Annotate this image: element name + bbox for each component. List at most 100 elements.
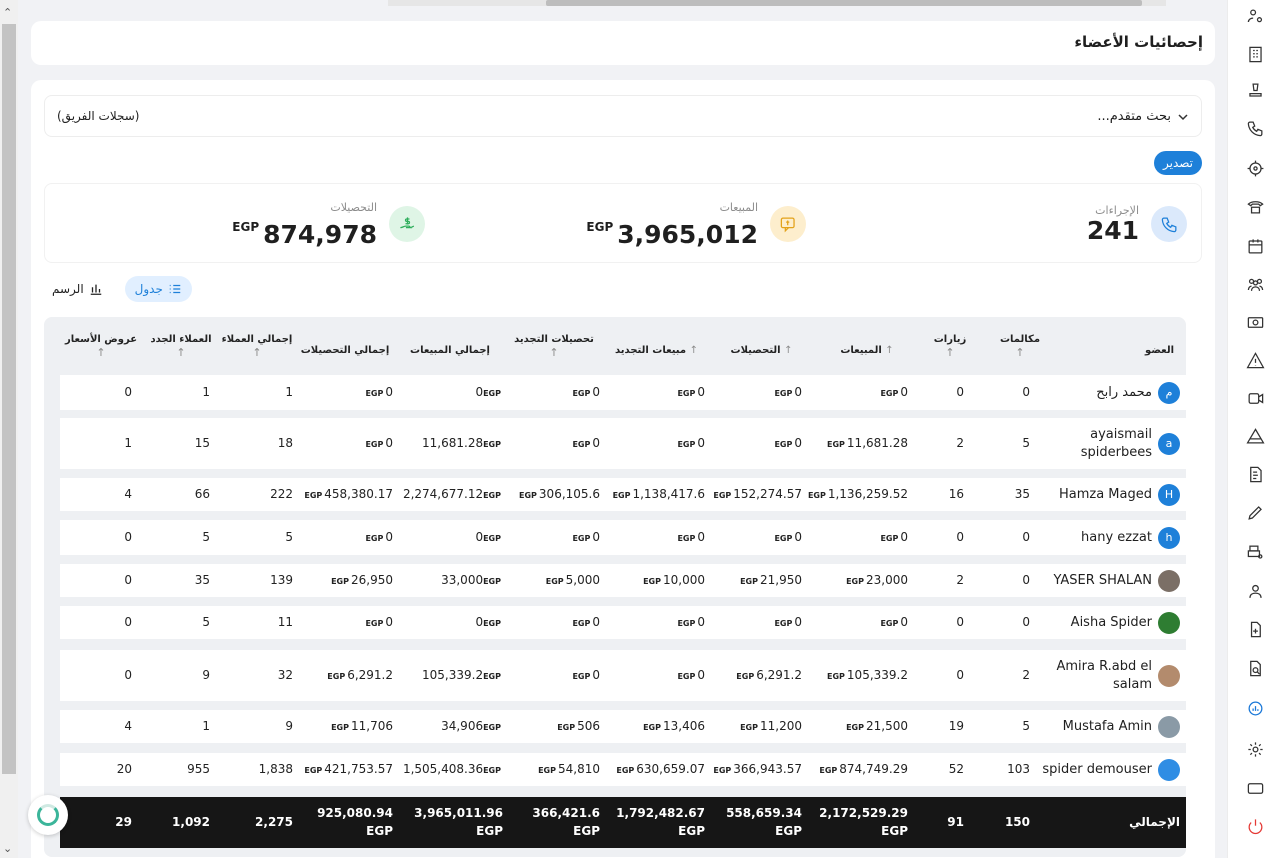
table-row[interactable]: h hany ezzat 0 0 EGP 0 EGP 0 EGP 0 EGP 0 0EGP EGP 0 5 5 0 (60, 520, 1186, 555)
column-header-renewal-sales[interactable]: ↑ مبيعات التجديد (604, 345, 709, 356)
cell-value: 0 (697, 614, 705, 629)
currency-label: EGP (881, 824, 908, 838)
table-row[interactable]: Aisha Spider 0 0 EGP 0 EGP 0 EGP 0 EGP 0 0EGP EGP 0 11… (60, 606, 1186, 639)
column-header-collections[interactable]: ↑ التحصيلات (709, 345, 814, 356)
horizontal-scrollbar-thumb[interactable] (546, 0, 1142, 6)
power-icon[interactable] (1244, 815, 1266, 837)
chart-view-button[interactable]: الرسم (44, 276, 113, 302)
cell-value: 0 (385, 529, 393, 544)
currency-label: EGP (483, 765, 501, 775)
pyramid-icon[interactable] (1244, 425, 1266, 447)
table-view-button[interactable]: جدول (124, 276, 192, 302)
cell-sales: EGP 105,339.2 (827, 668, 908, 682)
sort-arrow-icon: ↑ (1015, 346, 1025, 359)
column-header-total-sales[interactable]: إجمالي المبيعات (396, 345, 504, 356)
scrollbar-thumb[interactable] (2, 24, 16, 774)
cash-icon[interactable] (1244, 311, 1266, 333)
currency-label: EGP (572, 533, 591, 543)
member-name: hany ezzat (1081, 529, 1152, 545)
currency-label: EGP (774, 618, 793, 628)
cell-renewal-collections: EGP 54,810 (538, 762, 600, 776)
printer-user-icon[interactable] (1244, 541, 1266, 563)
cell-visits: 19 (948, 718, 964, 733)
cell-renewal-sales: EGP 0 (677, 668, 705, 682)
team-icon[interactable] (1244, 273, 1266, 295)
column-header-renewal-collections[interactable]: تحصيلات التجديد ↑ (504, 334, 604, 359)
column-header-member[interactable]: العضو (1145, 345, 1174, 356)
cell-total-sales: 0EGP (475, 385, 503, 399)
stat-label: التحصيلات (330, 200, 377, 214)
cell-value: 0 (794, 384, 802, 399)
cell-new-clients: 66 (194, 486, 210, 501)
cell-sales: EGP 874,749.29 (819, 762, 908, 776)
cell-value: 11,681.28 (422, 435, 484, 450)
invoice-icon[interactable] (1244, 463, 1266, 485)
user-support-icon[interactable] (1244, 580, 1266, 602)
document-search-icon[interactable] (1244, 657, 1266, 679)
advanced-search-toggle[interactable]: بحث متقدم... (1097, 109, 1189, 124)
cell-total-sales: 0EGP (475, 530, 503, 544)
table-row[interactable]: م محمد رابح 0 0 EGP 0 EGP 0 EGP 0 EGP 0 0EGP EGP 0 1 1 0 (60, 375, 1186, 410)
warning-icon[interactable] (1244, 349, 1266, 371)
total-value: 366,421.6 (532, 806, 600, 820)
building-icon[interactable] (1244, 43, 1266, 65)
column-header-new-clients[interactable]: العملاء الجدد ↑ (144, 334, 218, 359)
column-header-calls[interactable]: مكالمات ↑ (980, 334, 1060, 359)
column-header-visits[interactable]: زيارات ↑ (920, 334, 980, 359)
currency-label: EGP (677, 439, 696, 449)
column-header-quotes[interactable]: عروض الأسعار ↑ (64, 334, 138, 359)
analytics-icon[interactable] (1244, 697, 1266, 719)
member-cell: Amira R.abd el salam (1042, 658, 1180, 694)
cell-renewal-collections: EGP 0 (572, 436, 600, 450)
cell-calls: 0 (1022, 614, 1030, 629)
table-row[interactable]: Mustafa Amin 5 19 EGP 21,500 EGP 11,200 EGP 13,4… (60, 710, 1186, 743)
scroll-down-icon[interactable]: ⌄ (3, 843, 12, 854)
currency-label: EGP (736, 671, 755, 681)
table-row[interactable]: YASER SHALAN 0 2 EGP 23,000 EGP 21,950 EGP 10,00… (60, 564, 1186, 597)
window-icon[interactable] (1244, 777, 1266, 799)
video-icon[interactable] (1244, 387, 1266, 409)
export-button[interactable]: تصدير (1153, 151, 1202, 175)
cell-collections: EGP 152,274.57 (713, 487, 802, 501)
table-row[interactable]: a ayaismail spiderbees 5 2 EGP 11,681.28 EGP 0 E… (60, 418, 1186, 469)
scroll-up-icon[interactable]: ⌃ (3, 7, 12, 18)
cell-renewal-sales: EGP 1,138,417.6 (613, 487, 705, 501)
total-collections: 558,659.34 EGP (726, 804, 802, 840)
currency-label: EGP (519, 490, 537, 500)
cell-renewal-collections: EGP 5,000 (546, 573, 600, 587)
cell-visits: 2 (956, 572, 964, 587)
settings-icon[interactable] (1244, 738, 1266, 760)
cell-total-clients: 139 (270, 572, 293, 587)
horizontal-scrollbar[interactable] (388, 0, 1166, 6)
advanced-search[interactable]: بحث متقدم... (سجلات الفريق) (44, 95, 1202, 137)
bar-chart-icon (90, 284, 101, 295)
pen-icon[interactable] (1244, 501, 1266, 523)
telephone-icon[interactable] (1244, 195, 1266, 217)
member-cell: Mustafa Amin (1063, 715, 1180, 738)
table-row[interactable]: Amira R.abd el salam 2 0 EGP 105,339.2 EGP 6,2… (60, 650, 1186, 701)
stamp-icon[interactable] (1244, 79, 1266, 101)
cell-value: 506 (577, 718, 600, 733)
member-name: ayaismail spiderbees (1080, 426, 1152, 460)
cell-value: 21,950 (760, 572, 802, 587)
column-header-sales[interactable]: ↑ المبيعات (814, 345, 920, 356)
calendar-icon[interactable] (1244, 235, 1266, 257)
total-value: 925,080.94 (317, 806, 393, 820)
cell-sales: EGP 0 (880, 615, 908, 629)
phone-call-icon[interactable] (1244, 117, 1266, 139)
column-header-total-clients[interactable]: إجمالي العملاء ↑ (220, 334, 294, 359)
main-card: بحث متقدم... (سجلات الفريق) تصدير الإجرا… (31, 80, 1215, 858)
table-row[interactable]: H Hamza Maged 35 16 EGP 1,136,259.52 EGP 152,27… (60, 478, 1186, 511)
target-icon[interactable] (1244, 157, 1266, 179)
currency-label: EGP (880, 388, 899, 398)
currency-label: EGP (572, 618, 591, 628)
users-gear-icon[interactable] (1244, 5, 1266, 27)
cell-value: 366,943.57 (733, 761, 802, 776)
add-document-icon[interactable] (1244, 618, 1266, 640)
table-row[interactable]: spider demouser 103 52 EGP 874,749.29 EGP 366,… (60, 753, 1186, 786)
column-header-total-collections[interactable]: إجمالي التحصيلات (294, 345, 396, 356)
cell-value: 0 (592, 435, 600, 450)
member-name: محمد رابح (1096, 384, 1152, 400)
cell-value: 0 (475, 614, 484, 629)
vertical-scrollbar[interactable]: ⌃ ⌄ (0, 0, 18, 858)
